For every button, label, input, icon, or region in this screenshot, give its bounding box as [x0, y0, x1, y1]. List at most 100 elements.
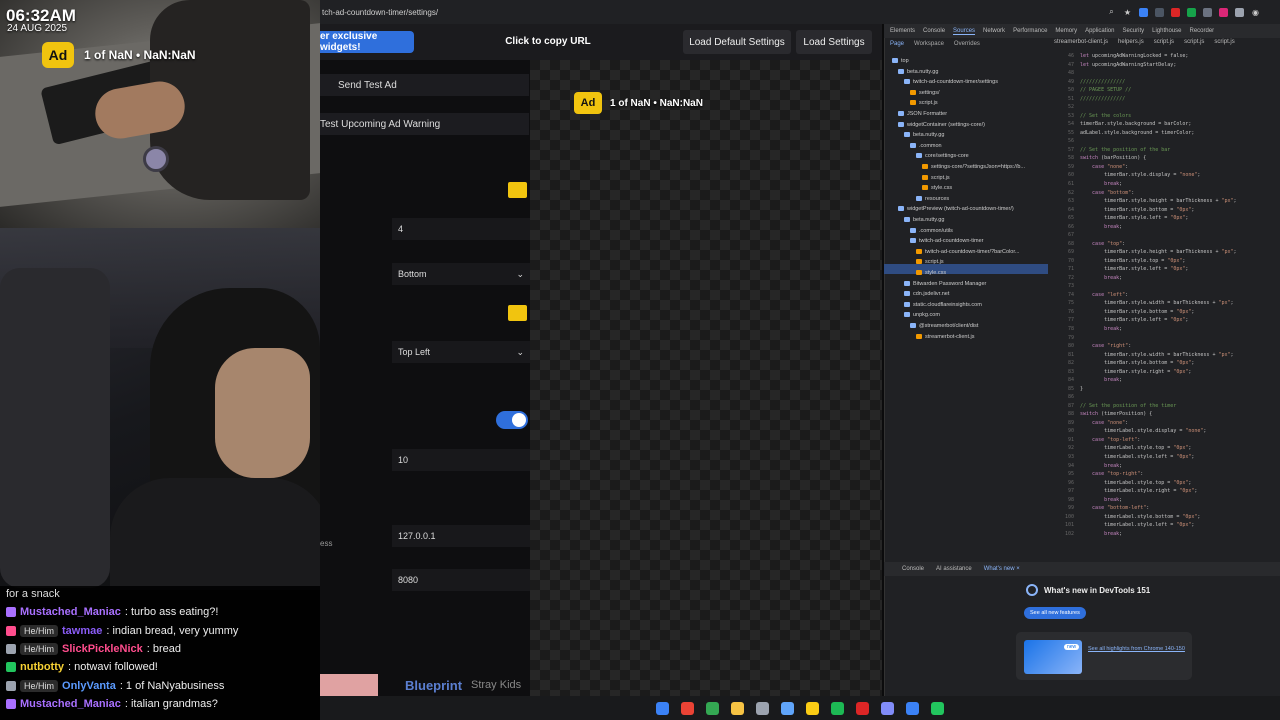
- tree-item[interactable]: unpkg.com: [904, 310, 1050, 320]
- tree-item[interactable]: JSON Formatter: [898, 109, 1050, 119]
- bar-position-select[interactable]: Bottom ⌄: [392, 263, 530, 285]
- extension-icon[interactable]: [1219, 7, 1228, 17]
- devtools-tab-network[interactable]: Network: [983, 28, 1005, 34]
- tree-item[interactable]: widgetPreview (twitch-ad-countdown-timer…: [898, 204, 1050, 214]
- timer-position-select[interactable]: Top Left ⌄: [392, 341, 530, 363]
- folder-icon[interactable]: [731, 701, 744, 715]
- sources-subtab-workspace[interactable]: Workspace: [914, 41, 944, 47]
- streamerbot-port-input[interactable]: 8080: [392, 569, 530, 591]
- url-text[interactable]: tch-ad-countdown-timer/settings/: [322, 8, 1107, 17]
- warning-seconds-input[interactable]: 10: [392, 449, 530, 471]
- tree-item[interactable]: beta.nutty.gg: [904, 130, 1050, 140]
- tree-item[interactable]: twitch-ad-countdown-timer: [910, 236, 1050, 246]
- file-tab[interactable]: streamerbot-client.js: [1054, 39, 1108, 45]
- devtools-tab-sources[interactable]: Sources: [953, 28, 976, 35]
- load-settings-button[interactable]: Load Settings: [796, 30, 872, 54]
- start-icon[interactable]: [656, 701, 669, 715]
- code-line: 68 case "top":: [1067, 240, 1126, 247]
- tree-item[interactable]: widgetContainer (settings-core/): [898, 120, 1050, 130]
- tree-item[interactable]: script.js: [922, 173, 1050, 183]
- file-tab[interactable]: script.js: [1214, 39, 1234, 45]
- app-icon[interactable]: [881, 701, 894, 715]
- chrome-icon[interactable]: [681, 701, 694, 715]
- tree-item[interactable]: twitch-ad-countdown-timer/settings: [904, 77, 1050, 87]
- sources-subtab-overrides[interactable]: Overrides: [954, 41, 980, 47]
- devtools-tab-performance[interactable]: Performance: [1013, 28, 1047, 34]
- streamerbot-ip-input[interactable]: 127.0.0.1: [392, 525, 530, 547]
- tree-item[interactable]: Bitwarden Password Manager: [904, 279, 1050, 289]
- code-line: 89 case "none":: [1067, 419, 1129, 426]
- tree-item[interactable]: @streamerbot/client/dist: [910, 321, 1050, 331]
- taskbar: [320, 696, 1280, 720]
- tree-item[interactable]: script.js: [916, 257, 1050, 267]
- copy-url-button[interactable]: Click to copy URL: [480, 36, 616, 47]
- vscode-icon[interactable]: [906, 701, 919, 715]
- drawer-tab[interactable]: Console: [902, 566, 924, 572]
- app-icon[interactable]: [806, 701, 819, 715]
- app-icon[interactable]: [931, 701, 944, 715]
- bar-thickness-input[interactable]: 4: [392, 218, 530, 240]
- folder-icon: [898, 68, 904, 74]
- upcoming-warning-toggle[interactable]: [496, 411, 528, 429]
- tree-item[interactable]: twitch-ad-countdown-timer/?barColor...: [916, 247, 1050, 257]
- tree-item[interactable]: .common/utils: [910, 226, 1050, 236]
- app-icon[interactable]: [856, 701, 869, 715]
- file-tab[interactable]: helpers.js: [1118, 39, 1144, 45]
- chat-message: He/Him SlickPickleNick: bread: [6, 640, 314, 658]
- file-tab[interactable]: script.js: [1184, 39, 1204, 45]
- drawer-tab[interactable]: AI assistance: [936, 566, 972, 572]
- extension-icon[interactable]: [1155, 7, 1164, 17]
- file-tab[interactable]: script.js: [1154, 39, 1174, 45]
- devtools-tab-application[interactable]: Application: [1085, 28, 1114, 34]
- tree-item[interactable]: core/settings-core: [916, 151, 1050, 161]
- spotify-icon[interactable]: [831, 701, 844, 715]
- tree-item-label: beta.nutty.gg: [913, 132, 945, 139]
- code-line: 46 let upcomingAdWarningLocked = false;: [1067, 53, 1189, 59]
- devtools-tab-lighthouse[interactable]: Lighthouse: [1152, 28, 1181, 34]
- extension-icon[interactable]: [1235, 7, 1244, 17]
- devtools-tab-recorder[interactable]: Recorder: [1190, 28, 1215, 34]
- tree-item[interactable]: resources: [916, 194, 1050, 204]
- tree-item[interactable]: beta.nutty.gg: [898, 67, 1050, 77]
- extension-icon[interactable]: [1171, 7, 1180, 17]
- tree-item[interactable]: script.js: [910, 98, 1050, 108]
- profile-icon[interactable]: ◉: [1251, 8, 1260, 17]
- devtools-tab-memory[interactable]: Memory: [1055, 28, 1077, 34]
- tree-item[interactable]: settings-core/?settingsJson=https://b...: [922, 162, 1050, 172]
- settings-icon[interactable]: [756, 701, 769, 715]
- code-editor[interactable]: 46 let upcomingAdWarningLocked = false; 47…: [1054, 52, 1280, 544]
- load-default-settings-button[interactable]: Load Default Settings: [683, 30, 791, 54]
- sources-subtab-page[interactable]: Page: [890, 41, 904, 47]
- highlights-link[interactable]: See all highlights from Chrome 140-150: [1088, 646, 1185, 652]
- tree-item[interactable]: cdn.jsdelivr.net: [904, 289, 1050, 299]
- tree-item[interactable]: streamerbot-client.js: [916, 332, 1050, 342]
- drawer-tab[interactable]: What's new ×: [984, 566, 1020, 572]
- tree-item[interactable]: beta.nutty.gg: [904, 215, 1050, 225]
- browser-address-bar[interactable]: tch-ad-countdown-timer/settings/ ⌕ ★ ◉: [320, 0, 1280, 24]
- devtools-tab-console[interactable]: Console: [923, 28, 945, 34]
- devtools-tab-security[interactable]: Security: [1122, 28, 1144, 34]
- timer-color-swatch[interactable]: [508, 305, 527, 321]
- bar-color-swatch[interactable]: [508, 182, 527, 198]
- send-test-ad-button[interactable]: Send Test Ad: [320, 74, 529, 96]
- tree-item-label: unpkg.com: [913, 312, 940, 319]
- tree-item[interactable]: top: [892, 56, 1050, 66]
- tree-item[interactable]: style.css: [922, 183, 1050, 193]
- tree-item[interactable]: .common: [910, 141, 1050, 151]
- devtools-tab-elements[interactable]: Elements: [890, 28, 915, 34]
- extension-icon[interactable]: [1203, 7, 1212, 17]
- see-all-features-button[interactable]: See all new features: [1024, 607, 1086, 619]
- code-line: 93 timerLabel.style.left = "0px";: [1067, 453, 1195, 460]
- tree-item[interactable]: static.cloudflareinsights.com: [904, 300, 1050, 310]
- star-icon[interactable]: ★: [1123, 8, 1132, 17]
- folder-icon: [910, 238, 916, 244]
- search-icon[interactable]: ⌕: [1107, 7, 1116, 17]
- tree-item[interactable]: settings/: [910, 88, 1050, 98]
- exclusive-widgets-button[interactable]: er exclusive widgets!: [320, 31, 414, 53]
- extension-icon[interactable]: [1187, 7, 1196, 17]
- extension-icon[interactable]: [1139, 7, 1148, 17]
- test-upcoming-warning-button[interactable]: Test Upcoming Ad Warning: [320, 113, 529, 135]
- app-icon[interactable]: [781, 701, 794, 715]
- tree-item[interactable]: style.css: [916, 268, 1050, 278]
- chrome-icon[interactable]: [706, 701, 719, 715]
